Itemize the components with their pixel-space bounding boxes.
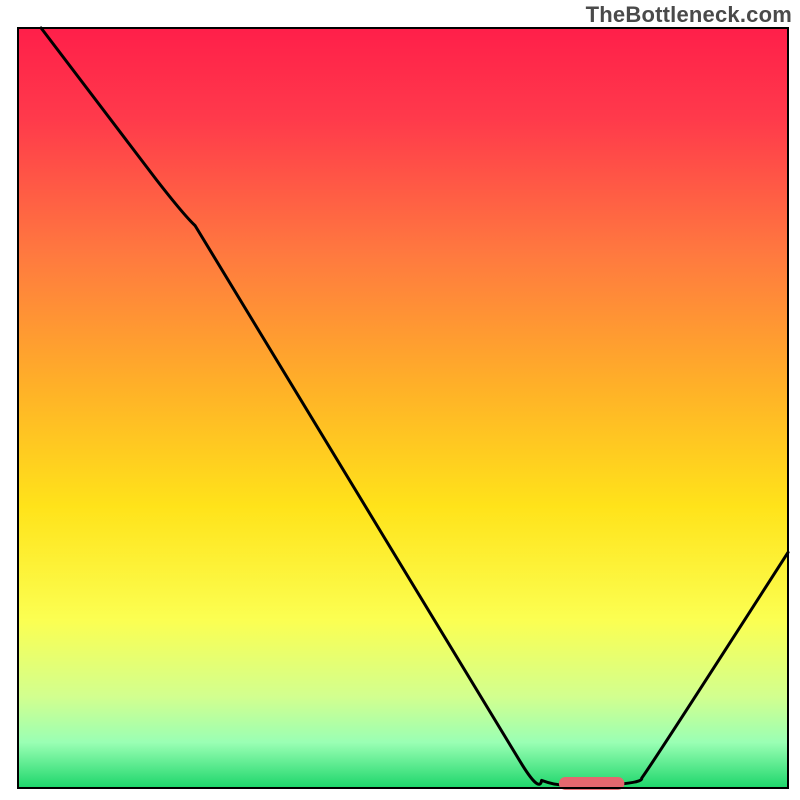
bottleneck-plot: [0, 0, 800, 800]
chart-stage: TheBottleneck.com: [0, 0, 800, 800]
gradient-background: [18, 28, 788, 788]
